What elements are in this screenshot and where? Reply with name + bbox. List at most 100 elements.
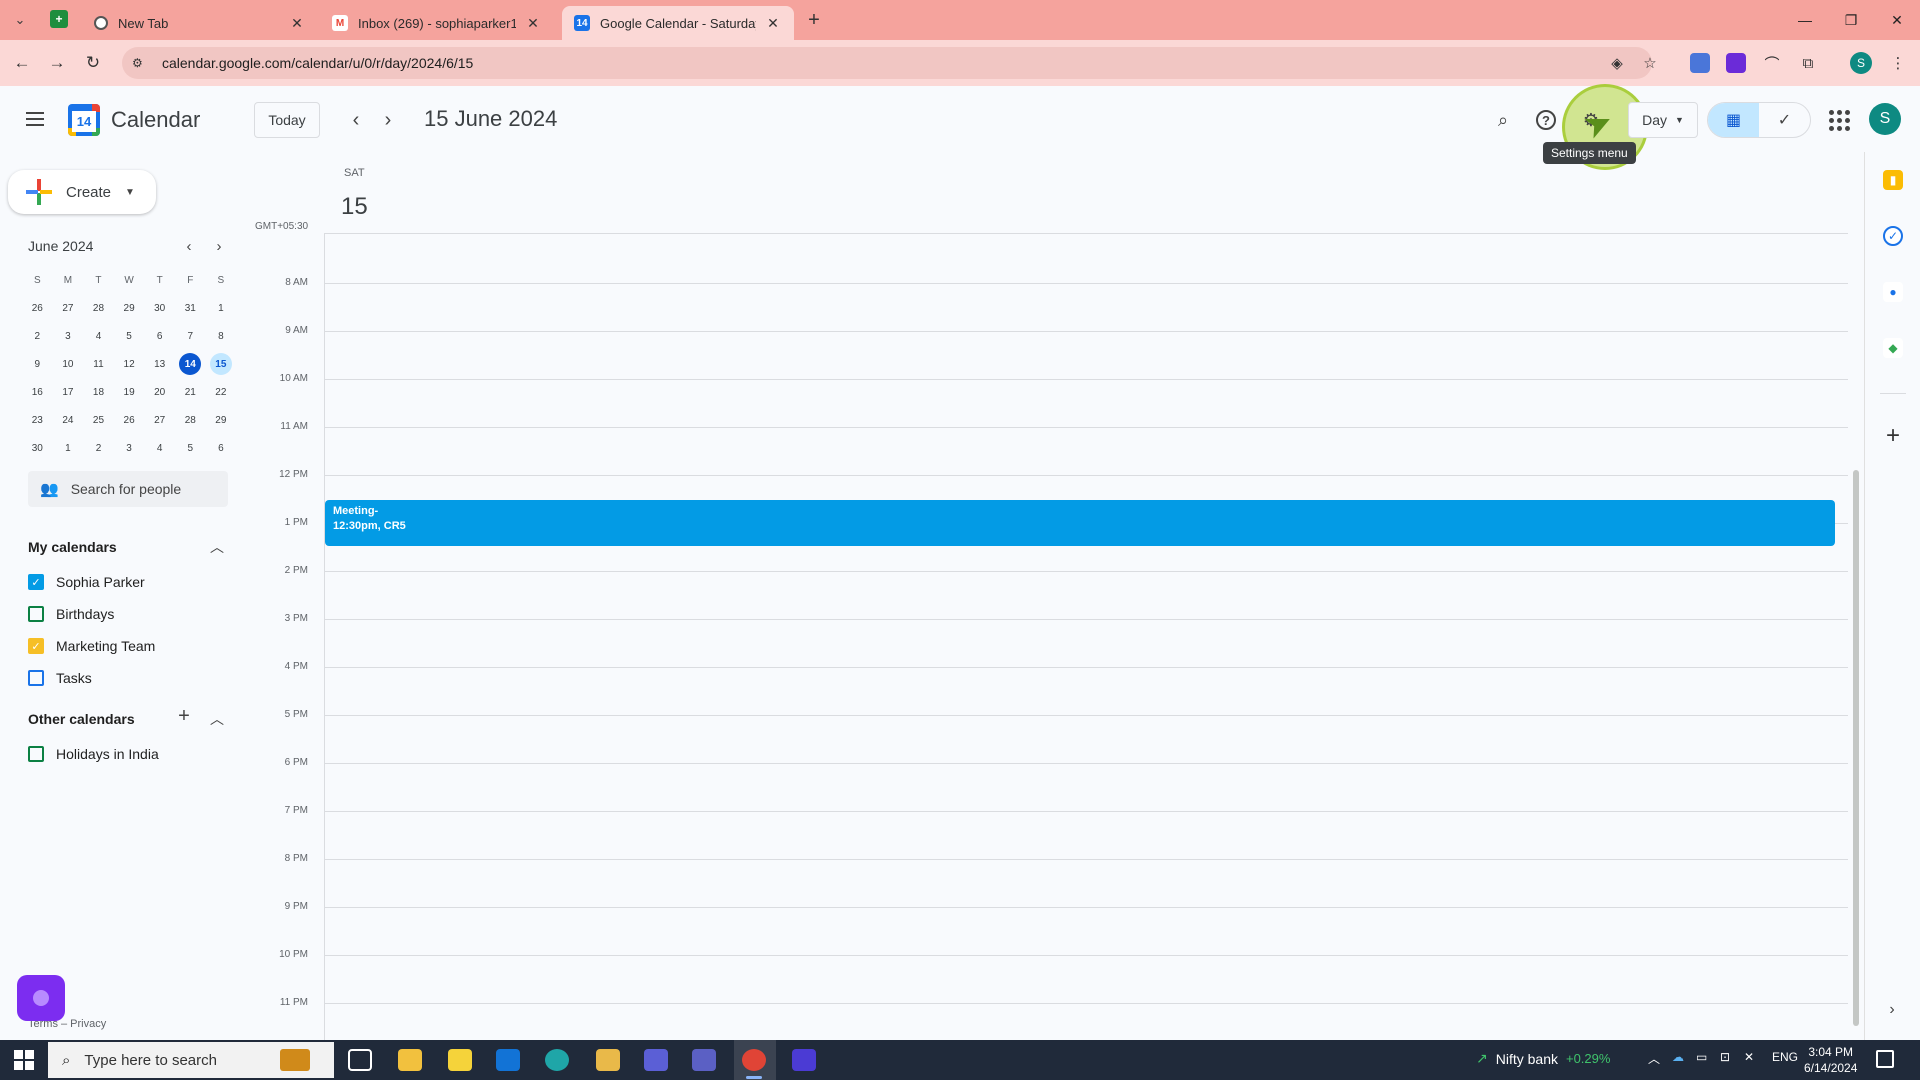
mini-calendar-day[interactable]: 6	[144, 322, 175, 350]
mini-calendar-day[interactable]: 3	[53, 322, 84, 350]
mini-calendar-day[interactable]: 4	[83, 322, 114, 350]
mini-calendar-day[interactable]: 2	[22, 322, 53, 350]
browser-profile-avatar[interactable]: S	[1850, 52, 1872, 74]
eye-blocked-icon[interactable]: ◈	[1605, 51, 1629, 75]
volume-muted-icon[interactable]: ✕	[1744, 1050, 1754, 1064]
mini-calendar-day[interactable]: 11	[83, 350, 114, 378]
app-title[interactable]: Calendar	[111, 107, 200, 133]
mini-calendar-day[interactable]: 26	[22, 294, 53, 322]
calendar-tasks-toggle[interactable]: ▦ ✓	[1707, 102, 1811, 138]
calendar-view-icon[interactable]: ▦	[1708, 103, 1759, 137]
mini-calendar-day[interactable]: 27	[144, 406, 175, 434]
tasks-icon[interactable]: ✓	[1883, 226, 1903, 246]
help-icon[interactable]: ?	[1531, 105, 1561, 135]
account-avatar[interactable]: S	[1869, 103, 1901, 135]
forward-icon[interactable]: →	[45, 51, 69, 75]
mini-calendar-day[interactable]: 20	[144, 378, 175, 406]
media-app-icon[interactable]	[644, 1049, 668, 1071]
battery-icon[interactable]: ▭	[1696, 1050, 1707, 1064]
mini-calendar-day[interactable]: 30	[22, 434, 53, 462]
close-icon[interactable]: ✕	[524, 14, 542, 32]
mini-calendar-day[interactable]: 4	[144, 434, 175, 462]
google-apps-icon[interactable]	[1825, 106, 1853, 134]
expand-panel-icon[interactable]: ›	[1882, 1000, 1902, 1020]
tab-search-chevron-icon[interactable]: ⌄	[8, 8, 32, 32]
view-switcher[interactable]: Day ▼	[1628, 102, 1698, 138]
calendar-item[interactable]: Birthdays	[28, 602, 114, 626]
tab-gmail[interactable]: M Inbox (269) - sophiaparker14oc ✕	[320, 6, 554, 40]
mini-calendar-day[interactable]: 26	[114, 406, 145, 434]
file-explorer-icon[interactable]	[398, 1049, 422, 1071]
language-indicator[interactable]: ENG	[1772, 1050, 1798, 1064]
work-briefcase-icon[interactable]	[280, 1049, 310, 1071]
outlook-icon[interactable]	[496, 1049, 520, 1071]
mini-calendar-day[interactable]: 3	[114, 434, 145, 462]
mini-calendar-day[interactable]: 30	[144, 294, 175, 322]
tab-new-tab[interactable]: New Tab ✕	[82, 6, 318, 40]
previous-day-icon[interactable]: ‹	[342, 106, 370, 134]
mini-calendar-day[interactable]: 14	[175, 350, 206, 378]
mini-calendar-day[interactable]: 29	[206, 406, 237, 434]
mini-calendar-day[interactable]: 7	[175, 322, 206, 350]
mini-calendar-day[interactable]: 5	[175, 434, 206, 462]
extensions-puzzle-icon[interactable]: ⧉	[1796, 51, 1820, 75]
mini-calendar-day[interactable]: 15	[206, 350, 237, 378]
mini-calendar-day[interactable]: 18	[83, 378, 114, 406]
browser-menu-icon[interactable]: ⋮	[1886, 51, 1910, 75]
add-calendar-icon[interactable]: +	[174, 705, 194, 727]
mini-calendar-day[interactable]: 8	[206, 322, 237, 350]
address-bar[interactable]: ⚙ calendar.google.com/calendar/u/0/r/day…	[122, 47, 1652, 79]
calendar-checkbox[interactable]	[28, 670, 44, 686]
close-window-button[interactable]: ✕	[1874, 0, 1920, 40]
calendar-item[interactable]: Tasks	[28, 666, 92, 690]
calendar-item[interactable]: Holidays in India	[28, 742, 159, 766]
mini-calendar-day[interactable]: 25	[83, 406, 114, 434]
calendar-checkbox[interactable]: ✓	[28, 574, 44, 590]
day-grid[interactable]	[324, 233, 1848, 1040]
windows-start-icon[interactable]	[14, 1050, 34, 1070]
tray-chevron-icon[interactable]: ︿	[1648, 1050, 1660, 1067]
purple-app-icon[interactable]	[792, 1049, 816, 1071]
event-meeting[interactable]: Meeting- 12:30pm, CR5	[325, 500, 1835, 546]
day-grid-scrollbar[interactable]	[1853, 470, 1859, 1026]
next-day-icon[interactable]: ›	[374, 106, 402, 134]
maps-icon[interactable]: ◆	[1883, 338, 1903, 358]
calendar-checkbox[interactable]: ✓	[28, 638, 44, 654]
mini-calendar-day[interactable]: 22	[206, 378, 237, 406]
notifications-icon[interactable]	[1876, 1050, 1894, 1068]
sheets-pinned-tab-icon[interactable]: +	[50, 10, 68, 28]
mini-calendar-day[interactable]: 5	[114, 322, 145, 350]
mini-calendar-day[interactable]: 28	[83, 294, 114, 322]
close-icon[interactable]: ✕	[288, 14, 306, 32]
people-search-input[interactable]: 👥 Search for people	[28, 471, 228, 507]
onedrive-icon[interactable]: ☁	[1672, 1050, 1684, 1064]
extension-purple-icon[interactable]	[1726, 53, 1746, 73]
contacts-icon[interactable]: ●	[1883, 282, 1903, 302]
system-clock[interactable]: 3:04 PM 6/14/2024	[1804, 1044, 1857, 1076]
calendar-checkbox[interactable]	[28, 606, 44, 622]
mini-calendar-day[interactable]: 31	[175, 294, 206, 322]
restore-button[interactable]: ❐	[1828, 0, 1874, 40]
calendar-checkbox[interactable]	[28, 746, 44, 762]
mini-calendar-day[interactable]: 17	[53, 378, 84, 406]
google-calendar-logo[interactable]: 14	[68, 104, 100, 136]
mini-calendar-day[interactable]: 16	[22, 378, 53, 406]
site-info-icon[interactable]: ⚙	[132, 56, 152, 70]
main-menu-icon[interactable]	[22, 106, 48, 132]
mini-calendar-day[interactable]: 23	[22, 406, 53, 434]
minimize-button[interactable]: —	[1782, 0, 1828, 40]
create-button[interactable]: Create ▼	[8, 170, 156, 214]
back-icon[interactable]: ←	[10, 51, 34, 75]
other-calendars-heading[interactable]: Other calendars	[28, 711, 135, 727]
mini-calendar-day[interactable]: 6	[206, 434, 237, 462]
add-addon-icon[interactable]: +	[1881, 422, 1905, 449]
chevron-up-icon[interactable]: ︿	[207, 537, 227, 557]
sticky-notes-icon[interactable]	[448, 1049, 472, 1071]
mini-calendar-day[interactable]: 29	[114, 294, 145, 322]
mini-calendar-day[interactable]: 2	[83, 434, 114, 462]
today-button[interactable]: Today	[254, 102, 320, 138]
file-manager-icon[interactable]	[596, 1049, 620, 1071]
calendar-item[interactable]: ✓ Sophia Parker	[28, 570, 145, 594]
stock-ticker[interactable]: ↗ Nifty bank +0.29%	[1476, 1050, 1610, 1067]
reload-icon[interactable]: ↻	[81, 51, 105, 75]
